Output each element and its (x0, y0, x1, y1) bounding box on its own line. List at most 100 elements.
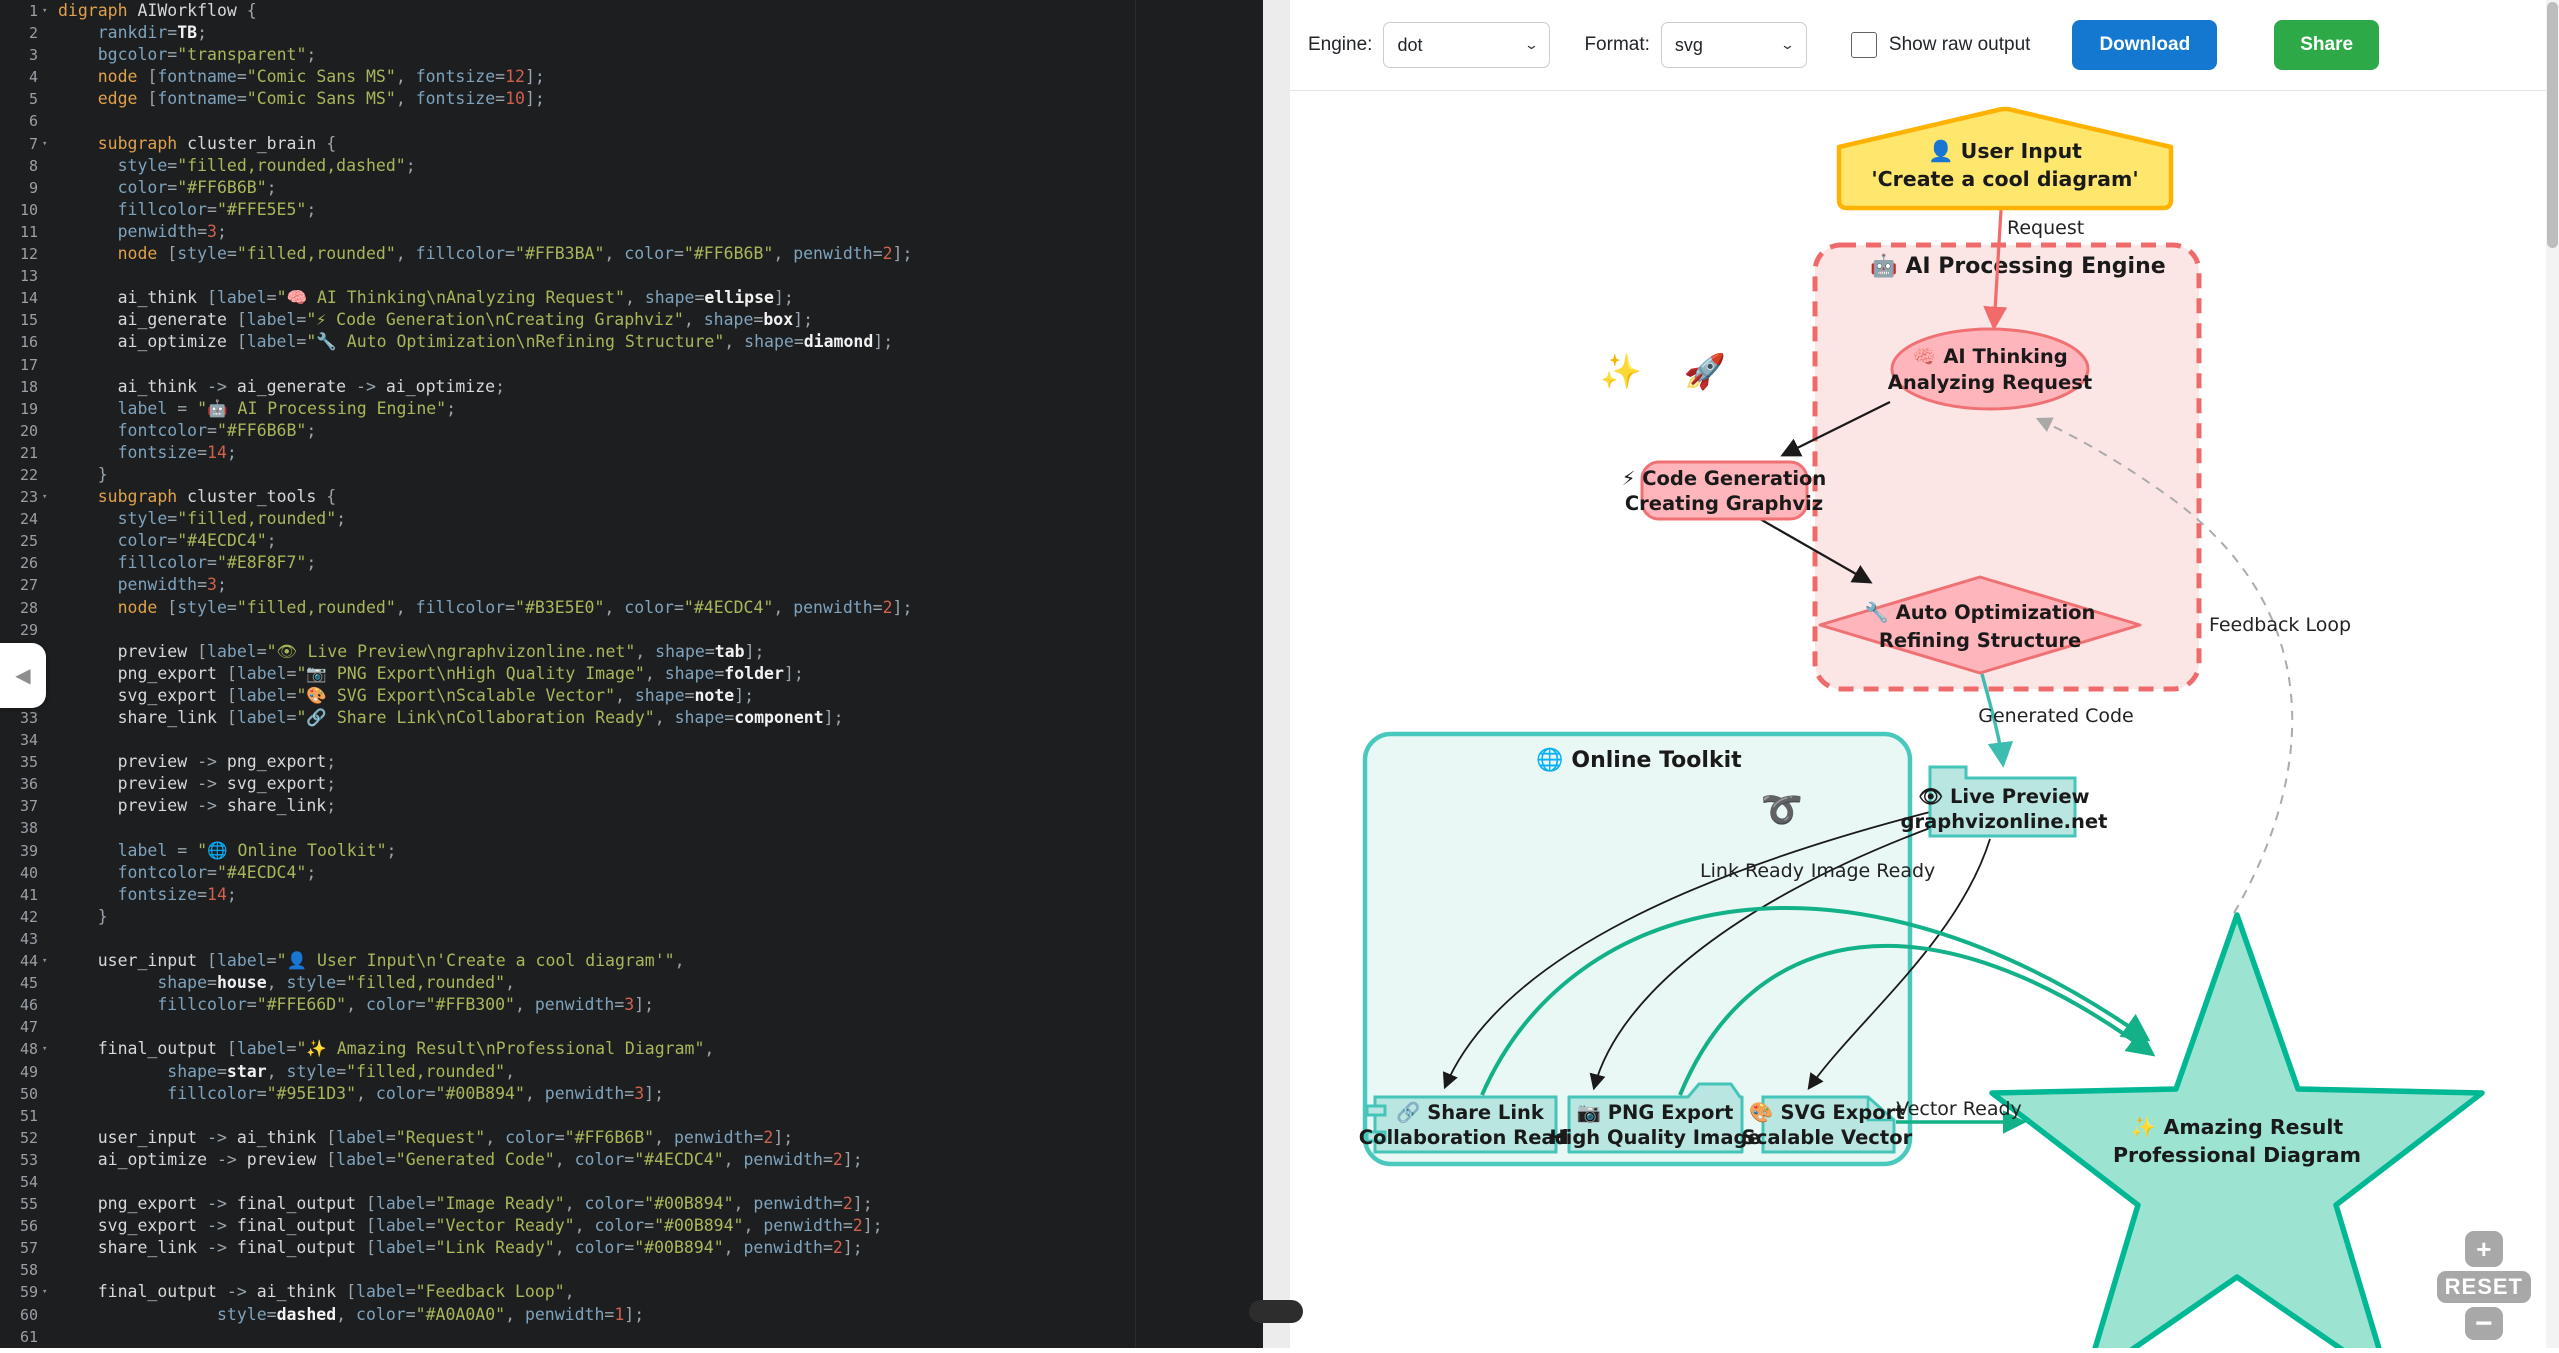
line-number: 1 (0, 0, 42, 22)
code-editor[interactable]: 1▾digraph AIWorkflow {2 rankdir=TB;3 bgc… (0, 0, 1263, 1348)
fold-gutter (42, 508, 56, 530)
scrollbar-thumb[interactable] (2547, 2, 2558, 248)
code-line: 36 preview -> svg_export; (0, 773, 1263, 795)
svg-text:Scalable Vector: Scalable Vector (1742, 1126, 1913, 1149)
fold-arrow-icon[interactable]: ▾ (42, 0, 56, 22)
fold-gutter (42, 994, 56, 1016)
line-number: 34 (0, 729, 42, 751)
fold-arrow-icon[interactable]: ▾ (42, 133, 56, 155)
node-user-input: 👤 User Input 'Create a cool diagram' (1839, 109, 2171, 208)
code-text: fontcolor="#4ECDC4"; (56, 862, 316, 884)
fold-gutter (42, 773, 56, 795)
code-line: 20 fontcolor="#FF6B6B"; (0, 420, 1263, 442)
code-text: preview -> png_export; (56, 751, 336, 773)
code-line: 19 label = "🤖 AI Processing Engine"; (0, 398, 1263, 420)
code-line: 15 ai_generate [label="⚡ Code Generation… (0, 309, 1263, 331)
svg-text:Collaboration Ready: Collaboration Ready (1359, 1126, 1582, 1149)
line-number: 10 (0, 199, 42, 221)
fold-gutter (42, 110, 56, 132)
fold-gutter (42, 376, 56, 398)
fold-arrow-icon[interactable]: ▾ (42, 1038, 56, 1060)
zoom-out-button[interactable]: − (2465, 1307, 2503, 1340)
line-number: 49 (0, 1061, 42, 1083)
code-text: svg_export -> final_output [label="Vecto… (56, 1215, 883, 1237)
format-select[interactable]: svg ⌄ (1661, 22, 1807, 68)
code-text: } (56, 906, 108, 928)
download-button[interactable]: Download (2072, 20, 2217, 70)
code-text: style=dashed, color="#A0A0A0", penwidth=… (56, 1304, 644, 1326)
code-lines: 1▾digraph AIWorkflow {2 rankdir=TB;3 bgc… (0, 0, 1263, 1348)
page-scrollbar[interactable] (2546, 0, 2559, 1348)
code-line: 5 edge [fontname="Comic Sans MS", fontsi… (0, 88, 1263, 110)
fold-arrow-icon[interactable]: ▾ (42, 950, 56, 972)
code-text: png_export [label="📷 PNG Export\nHigh Qu… (56, 663, 804, 685)
line-number: 59 (0, 1281, 42, 1303)
code-line: 13 (0, 265, 1263, 287)
fold-arrow-icon[interactable]: ▾ (42, 1281, 56, 1303)
line-number: 38 (0, 817, 42, 839)
code-line: 24 style="filled,rounded"; (0, 508, 1263, 530)
code-text: preview [label="👁 Live Preview\ngraphviz… (56, 641, 764, 663)
pane-splitter[interactable] (1263, 0, 1290, 1348)
code-text (56, 110, 58, 132)
fold-gutter (42, 420, 56, 442)
fold-gutter (42, 1259, 56, 1281)
svg-text:🤖 AI Processing Engine: 🤖 AI Processing Engine (1870, 253, 2165, 279)
zoom-reset-button[interactable]: RESET (2437, 1271, 2531, 1303)
collapse-editor-handle[interactable]: ◀ (0, 643, 46, 708)
fold-gutter (42, 88, 56, 110)
code-text: rankdir=TB; (56, 22, 207, 44)
fold-gutter (42, 1061, 56, 1083)
code-text: shape=star, style="filled,rounded", (56, 1061, 515, 1083)
code-line: 10 fillcolor="#FFE5E5"; (0, 199, 1263, 221)
fold-gutter (42, 1083, 56, 1105)
code-line: 41 fontsize=14; (0, 884, 1263, 906)
svg-text:🌐 Online Toolkit: 🌐 Online Toolkit (1536, 747, 1742, 773)
code-text: style="filled,rounded,dashed"; (56, 155, 416, 177)
line-number: 4 (0, 66, 42, 88)
format-label: Format: (1584, 34, 1649, 56)
code-line: 7▾ subgraph cluster_brain { (0, 133, 1263, 155)
splitter-drag-handle[interactable] (1249, 1300, 1303, 1323)
fold-gutter (42, 354, 56, 376)
code-line: 26 fillcolor="#E8F8F7"; (0, 552, 1263, 574)
line-number: 23 (0, 486, 42, 508)
code-text: preview -> share_link; (56, 795, 336, 817)
node-share-link: 🔗 Share Link Collaboration Ready (1359, 1097, 1582, 1152)
zoom-in-button[interactable]: + (2465, 1231, 2503, 1267)
node-svg-export: 🎨 SVG Export Scalable Vector (1742, 1097, 1913, 1152)
share-button[interactable]: Share (2274, 20, 2379, 70)
line-number: 57 (0, 1237, 42, 1259)
code-text: label = "🌐 Online Toolkit"; (56, 840, 396, 862)
fold-gutter (42, 265, 56, 287)
line-number: 20 (0, 420, 42, 442)
line-number: 58 (0, 1259, 42, 1281)
fold-arrow-icon[interactable]: ▾ (42, 486, 56, 508)
code-text (56, 619, 58, 641)
code-line: 35 preview -> png_export; (0, 751, 1263, 773)
svg-text:✨ Amazing Result: ✨ Amazing Result (2131, 1115, 2344, 1139)
line-number: 26 (0, 552, 42, 574)
line-number: 21 (0, 442, 42, 464)
code-line: 12 node [style="filled,rounded", fillcol… (0, 243, 1263, 265)
code-text: node [style="filled,rounded", fillcolor=… (56, 243, 912, 265)
code-text: ai_optimize [label="🔧 Auto Optimization\… (56, 331, 893, 353)
fold-gutter (42, 906, 56, 928)
code-line: 25 color="#4ECDC4"; (0, 530, 1263, 552)
fold-gutter (42, 177, 56, 199)
fold-gutter (42, 398, 56, 420)
code-text: final_output -> ai_think [label="Feedbac… (56, 1281, 575, 1303)
code-line: 33 share_link [label="🔗 Share Link\nColl… (0, 707, 1263, 729)
code-line: 61 (0, 1326, 1263, 1348)
code-text: node [style="filled,rounded", fillcolor=… (56, 597, 912, 619)
engine-select[interactable]: dot ⌄ (1383, 22, 1550, 68)
fold-gutter (42, 243, 56, 265)
diagram-canvas[interactable]: 🤖 AI Processing Engine 🌐 Online Toolkit … (1290, 91, 2559, 1348)
chevron-left-icon: ◀ (15, 663, 30, 688)
line-number: 11 (0, 221, 42, 243)
code-text: user_input [label="👤 User Input\n'Create… (56, 950, 685, 972)
show-raw-output-checkbox[interactable] (1851, 32, 1877, 58)
svg-text:🔗 Share Link: 🔗 Share Link (1396, 1100, 1545, 1124)
code-line: 42 } (0, 906, 1263, 928)
code-line: 46 fillcolor="#FFE66D", color="#FFB300",… (0, 994, 1263, 1016)
